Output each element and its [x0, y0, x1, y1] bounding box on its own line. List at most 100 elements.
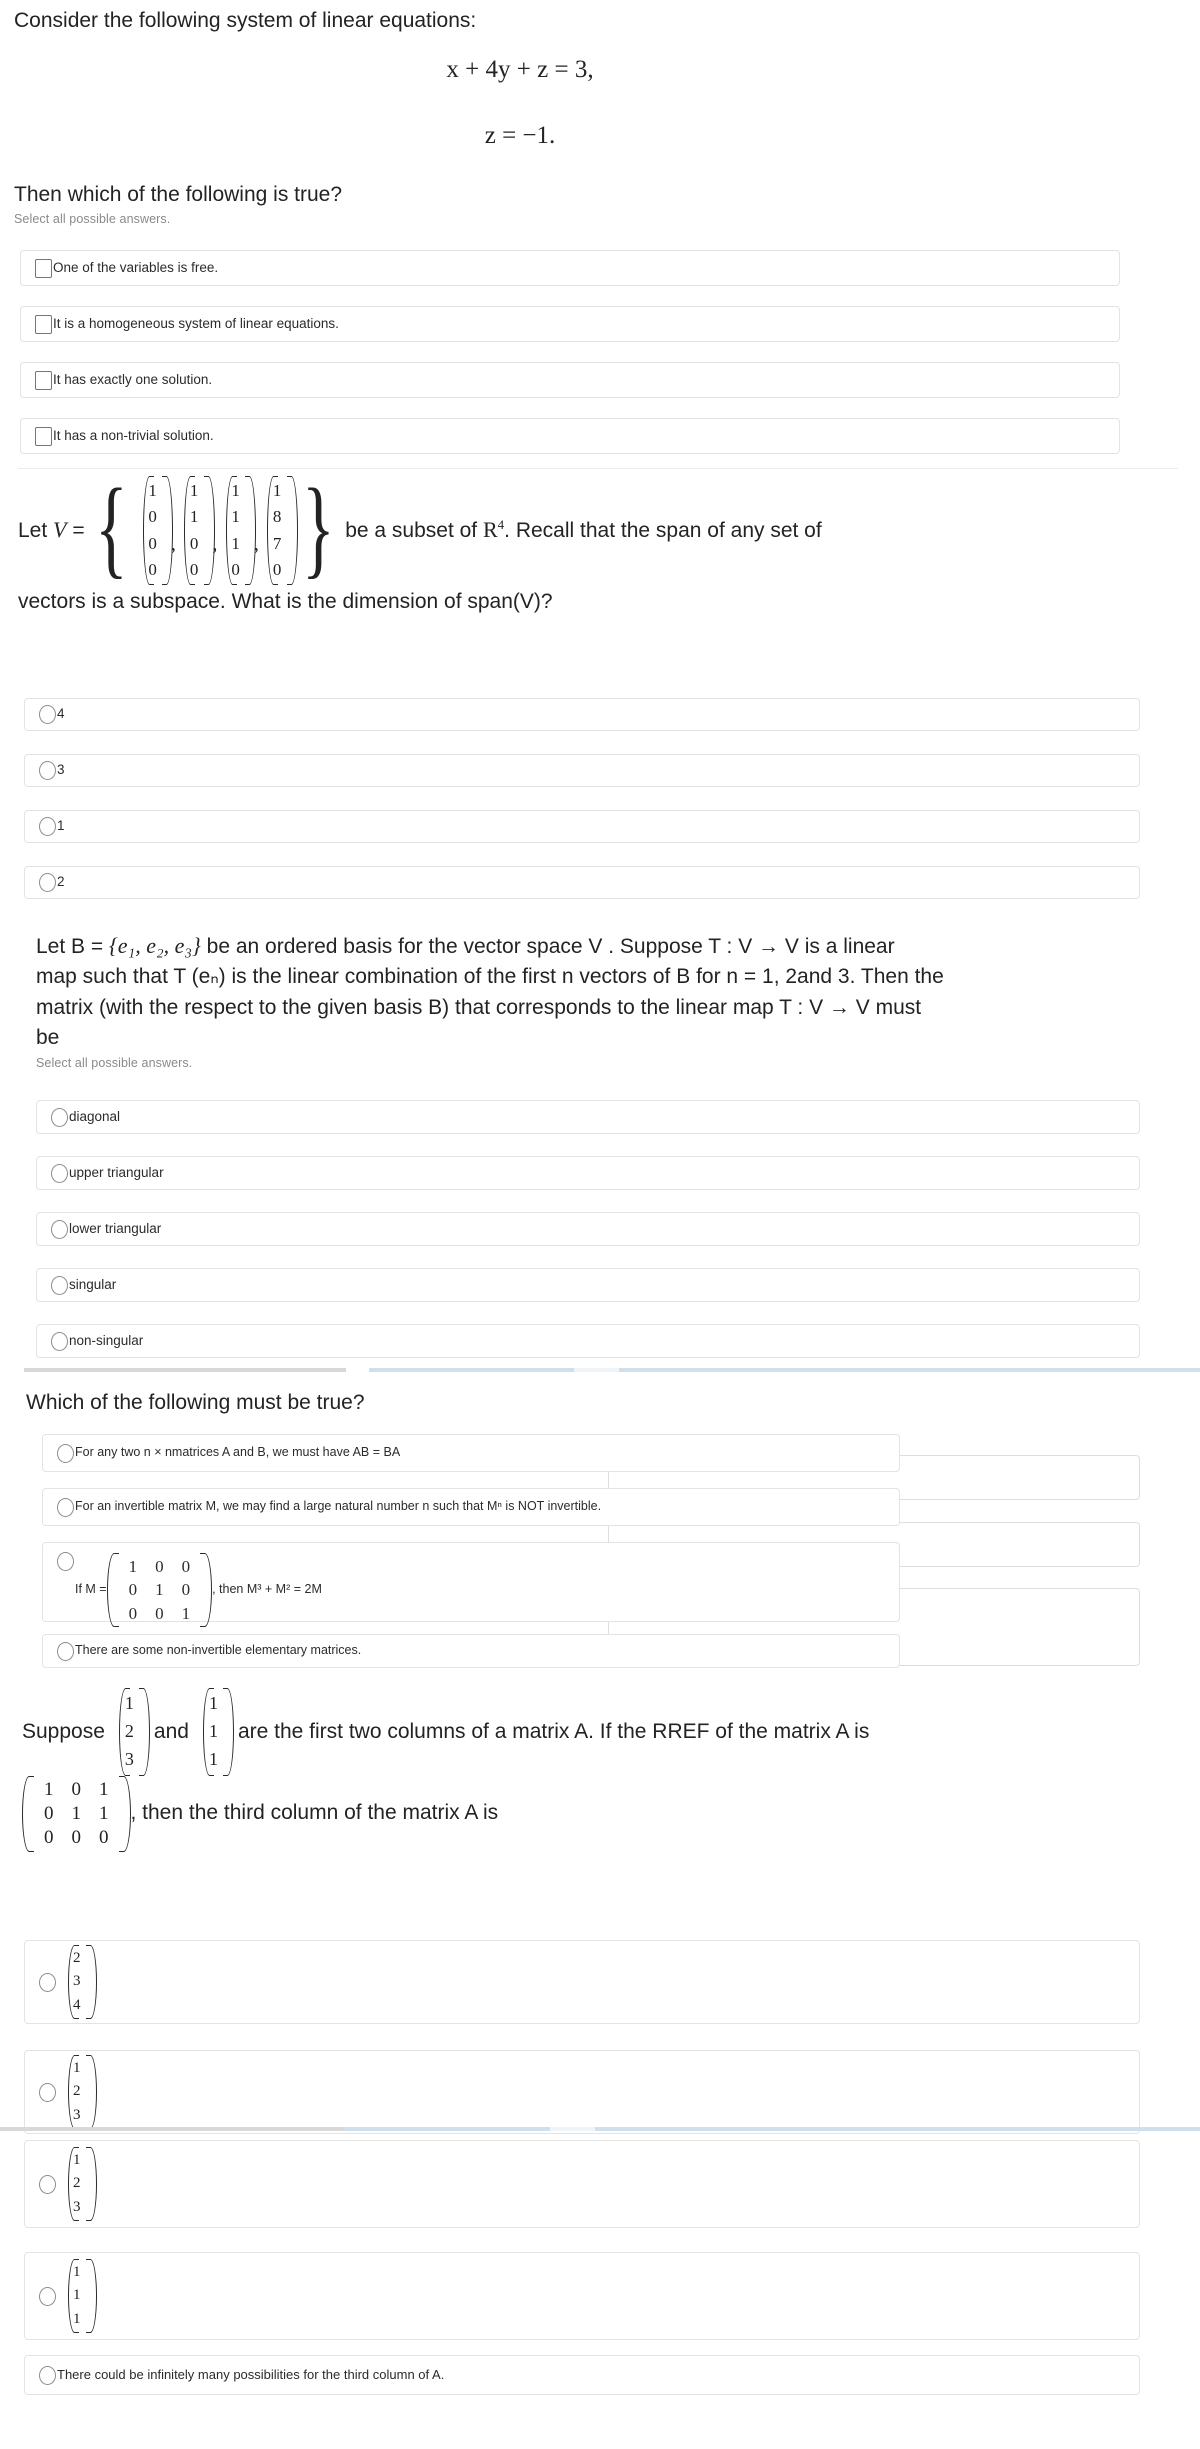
q4-option-1-label: For an invertible matrix M, we may find … — [75, 1499, 602, 1514]
q2-lead: Let V = — [18, 517, 85, 543]
q1-option-3[interactable]: It has a non-trivial solution. — [20, 418, 1120, 454]
progress-segment-grey — [0, 2127, 345, 2131]
progress-segment-blue-2 — [595, 2127, 1200, 2131]
comma: , — [212, 533, 218, 556]
q3-option-3[interactable]: singular — [36, 1268, 1140, 1302]
comma: , — [253, 533, 259, 556]
q2-option-0-label: 4 — [57, 706, 65, 722]
q4-option-0[interactable]: For any two n × nmatrices A and B, we mu… — [42, 1434, 900, 1472]
radio-icon[interactable] — [39, 1972, 56, 1992]
q1-option-0-label: One of the variables is free. — [53, 259, 219, 275]
radio-icon[interactable] — [51, 1163, 68, 1183]
q5-tail: , then the third column of the matrix A … — [130, 1801, 499, 1825]
q3-option-2[interactable]: lower triangular — [36, 1212, 1140, 1246]
radio-icon[interactable] — [39, 873, 56, 892]
q5-column-1: 1 2 3 — [114, 1688, 151, 1776]
q1-option-3-label: It has a non-trivial solution. — [53, 427, 214, 443]
radio-icon[interactable] — [57, 1497, 74, 1517]
q2-vector-3: 1 8 7 0 — [262, 476, 298, 586]
q3-option-0-label: diagonal — [69, 1108, 121, 1124]
matrix-cell: 0 — [44, 1826, 54, 1848]
divider-1 — [18, 468, 1178, 469]
q5-stem: Suppose 1 2 3 and 1 1 1 are the first tw… — [22, 1688, 1182, 1852]
q2-stem-line2: vectors is a subspace. What is the dimen… — [18, 590, 553, 614]
q5-option-1[interactable]: 1 2 3 — [24, 2050, 1140, 2134]
radio-icon[interactable] — [51, 1275, 68, 1295]
matrix-cell: 0 — [71, 1778, 82, 1800]
q5-option-0[interactable]: 2 3 4 — [24, 1940, 1140, 2024]
radio-icon[interactable] — [39, 817, 56, 836]
checkbox-icon[interactable] — [35, 370, 52, 390]
matrix-cell: 1 — [128, 1557, 138, 1576]
section-progress-bar-2 — [0, 2127, 1200, 2131]
q1-option-2-label: It has exactly one solution. — [53, 371, 213, 387]
radio-icon[interactable] — [57, 1641, 74, 1661]
q3-option-4-label: non-singular — [69, 1332, 144, 1348]
q3-stem-line4: be — [36, 1026, 60, 1050]
q4-option-2[interactable]: If M = 1 0 0 0 1 0 0 0 1 , then M³ + M² … — [42, 1542, 900, 1627]
q4-matrix-suffix: , then M³ + M² = 2M — [212, 1582, 322, 1597]
q5-option-3[interactable]: 1 1 1 — [24, 2252, 1140, 2340]
q4-option-1[interactable]: For an invertible matrix M, we may find … — [42, 1488, 900, 1526]
radio-icon[interactable] — [51, 1107, 68, 1127]
q3-stem-line3: matrix (with the respect to the given ba… — [36, 995, 922, 1019]
matrix-cell: 1 — [44, 1778, 54, 1800]
progress-segment-grey — [24, 1368, 346, 1372]
comma: , — [170, 533, 176, 556]
q5-option-1-vector: 1 2 3 — [62, 2055, 97, 2129]
q5-option-4[interactable]: There could be infinitely many possibili… — [24, 2355, 1140, 2395]
q3-option-4[interactable]: non-singular — [36, 1324, 1140, 1358]
progress-segment-pale — [574, 1368, 619, 1372]
q5-mid: are the first two columns of a matrix A.… — [237, 1719, 870, 1743]
q4-option-3-label: There are some non-invertible elementary… — [75, 1643, 362, 1658]
q3-option-3-label: singular — [69, 1276, 117, 1292]
matrix-cell: 0 — [155, 1557, 164, 1576]
radio-icon[interactable] — [39, 2365, 56, 2385]
matrix-cell: 1 — [155, 1580, 164, 1600]
q4-option-0-label: For any two n × nmatrices A and B, we mu… — [75, 1445, 401, 1460]
radio-icon[interactable] — [39, 705, 56, 724]
progress-segment-blue — [369, 1368, 574, 1372]
q5-column-2: 1 1 1 — [198, 1688, 235, 1776]
q1-prompt-block: Then which of the following is true? Sel… — [14, 180, 1134, 226]
q3-hint: Select all possible answers. — [36, 1055, 193, 1070]
q4-option-3[interactable]: There are some non-invertible elementary… — [42, 1634, 900, 1668]
q1-hint: Select all possible answers. — [14, 212, 171, 227]
q4-matrix-prefix: If M = — [75, 1582, 107, 1597]
radio-icon[interactable] — [51, 1331, 68, 1351]
radio-icon[interactable] — [39, 761, 56, 780]
q2-stem: Let V = { 1 0 0 0 , 1 1 0 0 , 1 1 1 0 , … — [18, 472, 1188, 618]
q3-stem-line1: Let B = {e₁, e₂, e₃} be an ordered basis… — [36, 930, 1176, 962]
matrix-cell: 0 — [128, 1603, 138, 1623]
q2-option-1[interactable]: 3 — [24, 754, 1140, 787]
checkbox-icon[interactable] — [35, 314, 52, 334]
q1-option-2[interactable]: It has exactly one solution. — [20, 362, 1120, 398]
matrix-cell: 0 — [99, 1826, 109, 1848]
q2-option-2[interactable]: 1 — [24, 810, 1140, 843]
matrix-cell: 1 — [71, 1802, 82, 1824]
q1-option-0[interactable]: One of the variables is free. — [20, 250, 1120, 286]
q1-equation-1: x + 4y + z = 3, — [446, 56, 594, 83]
checkbox-icon[interactable] — [35, 426, 52, 446]
q3-option-1[interactable]: upper triangular — [36, 1156, 1140, 1190]
q2-vector-0: 1 0 0 0 — [137, 476, 174, 586]
radio-icon[interactable] — [57, 1552, 74, 1571]
radio-icon[interactable] — [39, 2174, 56, 2194]
q2-option-3[interactable]: 2 — [24, 866, 1140, 899]
q1-option-1[interactable]: It is a homogeneous system of linear equ… — [20, 306, 1120, 342]
q2-vector-1: 1 1 0 0 — [179, 476, 215, 586]
radio-icon[interactable] — [51, 1219, 68, 1239]
quiz-page: Consider the following system of linear … — [0, 0, 1200, 2449]
q2-option-0[interactable]: 4 — [24, 698, 1140, 731]
q5-option-2[interactable]: 1 2 3 — [24, 2140, 1140, 2228]
q4-prompt: Which of the following must be true? — [26, 1391, 365, 1414]
radio-icon[interactable] — [57, 1443, 74, 1463]
q2-vector-2: 1 1 1 0 — [220, 476, 257, 586]
q3-option-0[interactable]: diagonal — [36, 1100, 1140, 1134]
q1-intro-text: Consider the following system of linear … — [14, 9, 477, 32]
radio-icon[interactable] — [39, 2082, 56, 2102]
q5-prefix: Suppose — [22, 1719, 105, 1743]
checkbox-icon[interactable] — [35, 258, 52, 278]
matrix-cell: 0 — [44, 1802, 54, 1824]
radio-icon[interactable] — [39, 2286, 56, 2306]
